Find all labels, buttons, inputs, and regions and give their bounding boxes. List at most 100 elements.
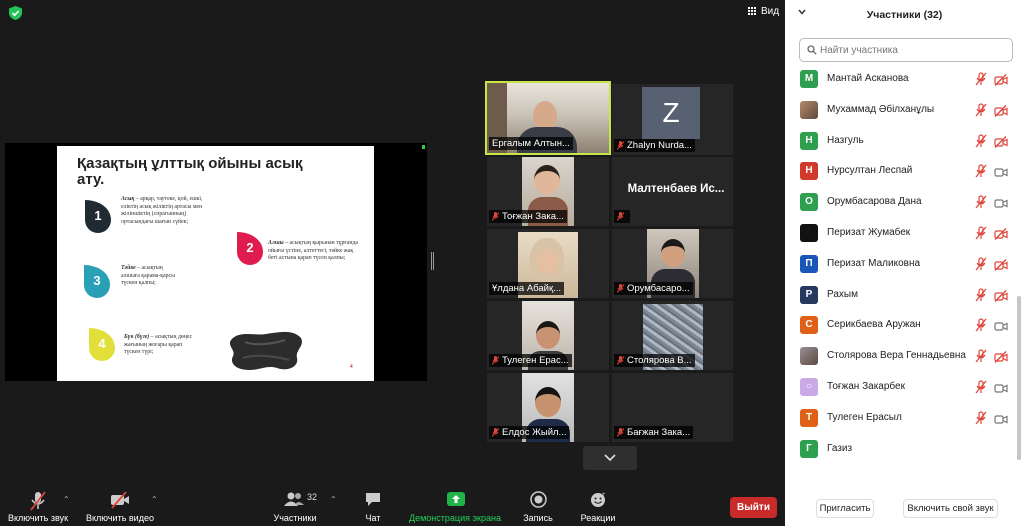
video-tile[interactable]: Столярова В... bbox=[612, 301, 733, 370]
mic-muted-icon[interactable] bbox=[975, 72, 987, 86]
unmute-button[interactable]: Включить звук bbox=[6, 488, 70, 526]
unmute-label: Включить звук bbox=[7, 513, 69, 523]
participant-row[interactable]: ○ Тоғжан Закарбек bbox=[785, 372, 1017, 403]
avatar: Г bbox=[800, 439, 818, 458]
camera-off-icon[interactable] bbox=[994, 227, 1008, 240]
camera-off-icon[interactable] bbox=[994, 73, 1008, 86]
participant-row[interactable]: Т Тулеген Ерасыл bbox=[785, 403, 1017, 434]
camera-off-icon[interactable] bbox=[994, 135, 1008, 148]
next-page-button[interactable] bbox=[583, 446, 637, 470]
point-3-marker: 3 bbox=[82, 263, 112, 299]
share-screen-button[interactable]: Демонстрация экрана bbox=[405, 488, 505, 526]
camera-off-icon[interactable] bbox=[994, 258, 1008, 271]
mic-muted-icon[interactable] bbox=[975, 318, 987, 332]
mic-muted-icon[interactable] bbox=[975, 349, 987, 363]
participant-name: Орумбасарова Дана bbox=[827, 196, 922, 208]
mic-muted-icon[interactable] bbox=[975, 257, 987, 271]
start-video-button[interactable]: Включить видео bbox=[84, 488, 156, 526]
camera-icon[interactable] bbox=[994, 196, 1008, 208]
mic-muted-icon[interactable] bbox=[975, 411, 987, 425]
camera-icon[interactable] bbox=[994, 381, 1008, 393]
avatar: П bbox=[800, 254, 818, 273]
participants-icon bbox=[284, 492, 304, 506]
share-screen-label: Демонстрация экрана bbox=[409, 513, 501, 523]
participants-options-caret[interactable]: ⌃ bbox=[330, 495, 337, 504]
chat-button[interactable]: Чат bbox=[356, 488, 390, 526]
camera-icon[interactable] bbox=[994, 412, 1008, 424]
mic-muted-icon[interactable] bbox=[975, 103, 987, 117]
participant-name: Газиз bbox=[827, 442, 853, 454]
participant-row[interactable]: М Мантай Асканова bbox=[785, 64, 1017, 95]
participant-row[interactable]: Мухаммад Әбілханұлы bbox=[785, 95, 1017, 126]
participant-row[interactable]: П Перизат Маликовна bbox=[785, 249, 1017, 280]
participant-row[interactable]: О Орумбасарова Дана bbox=[785, 187, 1017, 218]
chevron-down-icon bbox=[604, 454, 616, 462]
leave-button[interactable]: Выйти bbox=[730, 497, 777, 518]
avatar bbox=[800, 224, 818, 242]
invite-button[interactable]: Пригласить bbox=[816, 499, 874, 518]
participant-name: Серикбаева Аружан bbox=[827, 319, 921, 331]
video-tile[interactable]: Тоғжан Зака... bbox=[487, 157, 609, 226]
participant-row[interactable]: С Серикбаева Аружан bbox=[785, 310, 1017, 341]
video-tile[interactable]: Ергалым Алтын... bbox=[485, 81, 611, 155]
mic-muted-icon bbox=[492, 356, 499, 365]
point-3-text: Тәйке – асықтың алшыға қарама-қарсы түск… bbox=[121, 265, 176, 287]
camera-icon[interactable] bbox=[994, 319, 1008, 331]
meeting-toolbar: Включить звук ⌃ Включить видео ⌃ 32 Учас… bbox=[0, 488, 785, 526]
video-tile[interactable]: Ұлдана Абайқ... bbox=[487, 229, 609, 298]
participant-row[interactable]: Р Рахым bbox=[785, 280, 1017, 311]
camera-off-icon[interactable] bbox=[994, 104, 1008, 117]
mic-muted-icon[interactable] bbox=[975, 133, 987, 148]
participant-name: Ұлдана Абайқ... bbox=[489, 282, 565, 295]
video-tile[interactable]: Елдос Жыйл... bbox=[487, 373, 609, 442]
video-tile[interactable]: Бағжан Зака... bbox=[612, 373, 733, 442]
audio-options-caret[interactable]: ⌃ bbox=[63, 495, 70, 504]
video-tile[interactable]: Z Zhalyn Nurda... bbox=[612, 84, 733, 155]
mic-muted-icon[interactable] bbox=[975, 164, 987, 178]
video-tile[interactable]: Малтенбаев Ис... bbox=[612, 157, 733, 226]
unmute-me-button[interactable]: Включить свой звук bbox=[903, 499, 998, 518]
point-1-text: Асық – арқар, таутеке, қой, ешкі, елікті… bbox=[121, 196, 203, 225]
mic-muted-icon bbox=[492, 428, 499, 437]
camera-off-icon[interactable] bbox=[994, 350, 1008, 364]
participant-name: Столярова Вера Геннадьевна bbox=[827, 350, 966, 362]
reactions-button[interactable]: + Реакции bbox=[576, 488, 620, 526]
participant-row[interactable]: Перизат Жумабек bbox=[785, 218, 1017, 249]
participant-row[interactable]: Н Назгуль bbox=[785, 126, 1017, 157]
presentation-slide: Қазақтың ұлттық ойыны асық ату. 1 Асық –… bbox=[57, 146, 374, 381]
video-tile[interactable]: Тулеген Ерас... bbox=[487, 301, 609, 370]
avatar bbox=[800, 100, 818, 119]
shield-icon[interactable] bbox=[9, 6, 22, 20]
video-options-caret[interactable]: ⌃ bbox=[151, 495, 158, 504]
panel-scrollbar[interactable] bbox=[1017, 296, 1021, 460]
participant-name: Перизат Жумабек bbox=[827, 227, 911, 238]
participants-label: Участники bbox=[273, 513, 317, 523]
video-tile[interactable]: Орумбасаро... bbox=[612, 229, 733, 298]
participant-name: Тулеген Ерас... bbox=[489, 354, 572, 367]
participant-name: Орумбасаро... bbox=[614, 282, 693, 295]
participant-search[interactable] bbox=[799, 38, 1013, 62]
participant-row[interactable]: Г Газиз bbox=[785, 434, 1017, 465]
participant-row[interactable]: Н Нурсултан Леспай bbox=[785, 156, 1017, 187]
camera-icon[interactable] bbox=[994, 165, 1008, 177]
panel-footer: Пригласить Включить свой звук bbox=[785, 493, 1024, 526]
reactions-label: Реакции bbox=[580, 513, 616, 523]
record-button[interactable]: Запись bbox=[518, 488, 558, 526]
start-video-label: Включить видео bbox=[86, 513, 154, 523]
point-4-text: Бүк (бүге) – асықтың дөңес жағының жоғар… bbox=[124, 334, 193, 356]
participant-row[interactable]: Столярова Вера Геннадьевна bbox=[785, 341, 1017, 372]
search-input[interactable] bbox=[820, 42, 1000, 58]
chat-icon bbox=[366, 493, 380, 506]
asyk-bone-image bbox=[229, 331, 302, 370]
mic-muted-icon bbox=[617, 428, 624, 437]
view-button[interactable]: Вид bbox=[748, 6, 779, 17]
mic-muted-icon[interactable] bbox=[975, 287, 987, 302]
split-divider[interactable] bbox=[431, 252, 434, 270]
mic-muted-icon[interactable] bbox=[975, 195, 987, 209]
participants-button[interactable]: 32 Участники bbox=[268, 488, 322, 526]
point-4-marker: 4 bbox=[87, 326, 117, 362]
avatar: ○ bbox=[800, 378, 818, 396]
camera-off-icon[interactable] bbox=[994, 289, 1008, 302]
mic-muted-icon[interactable] bbox=[975, 226, 987, 240]
mic-muted-icon[interactable] bbox=[975, 380, 987, 394]
